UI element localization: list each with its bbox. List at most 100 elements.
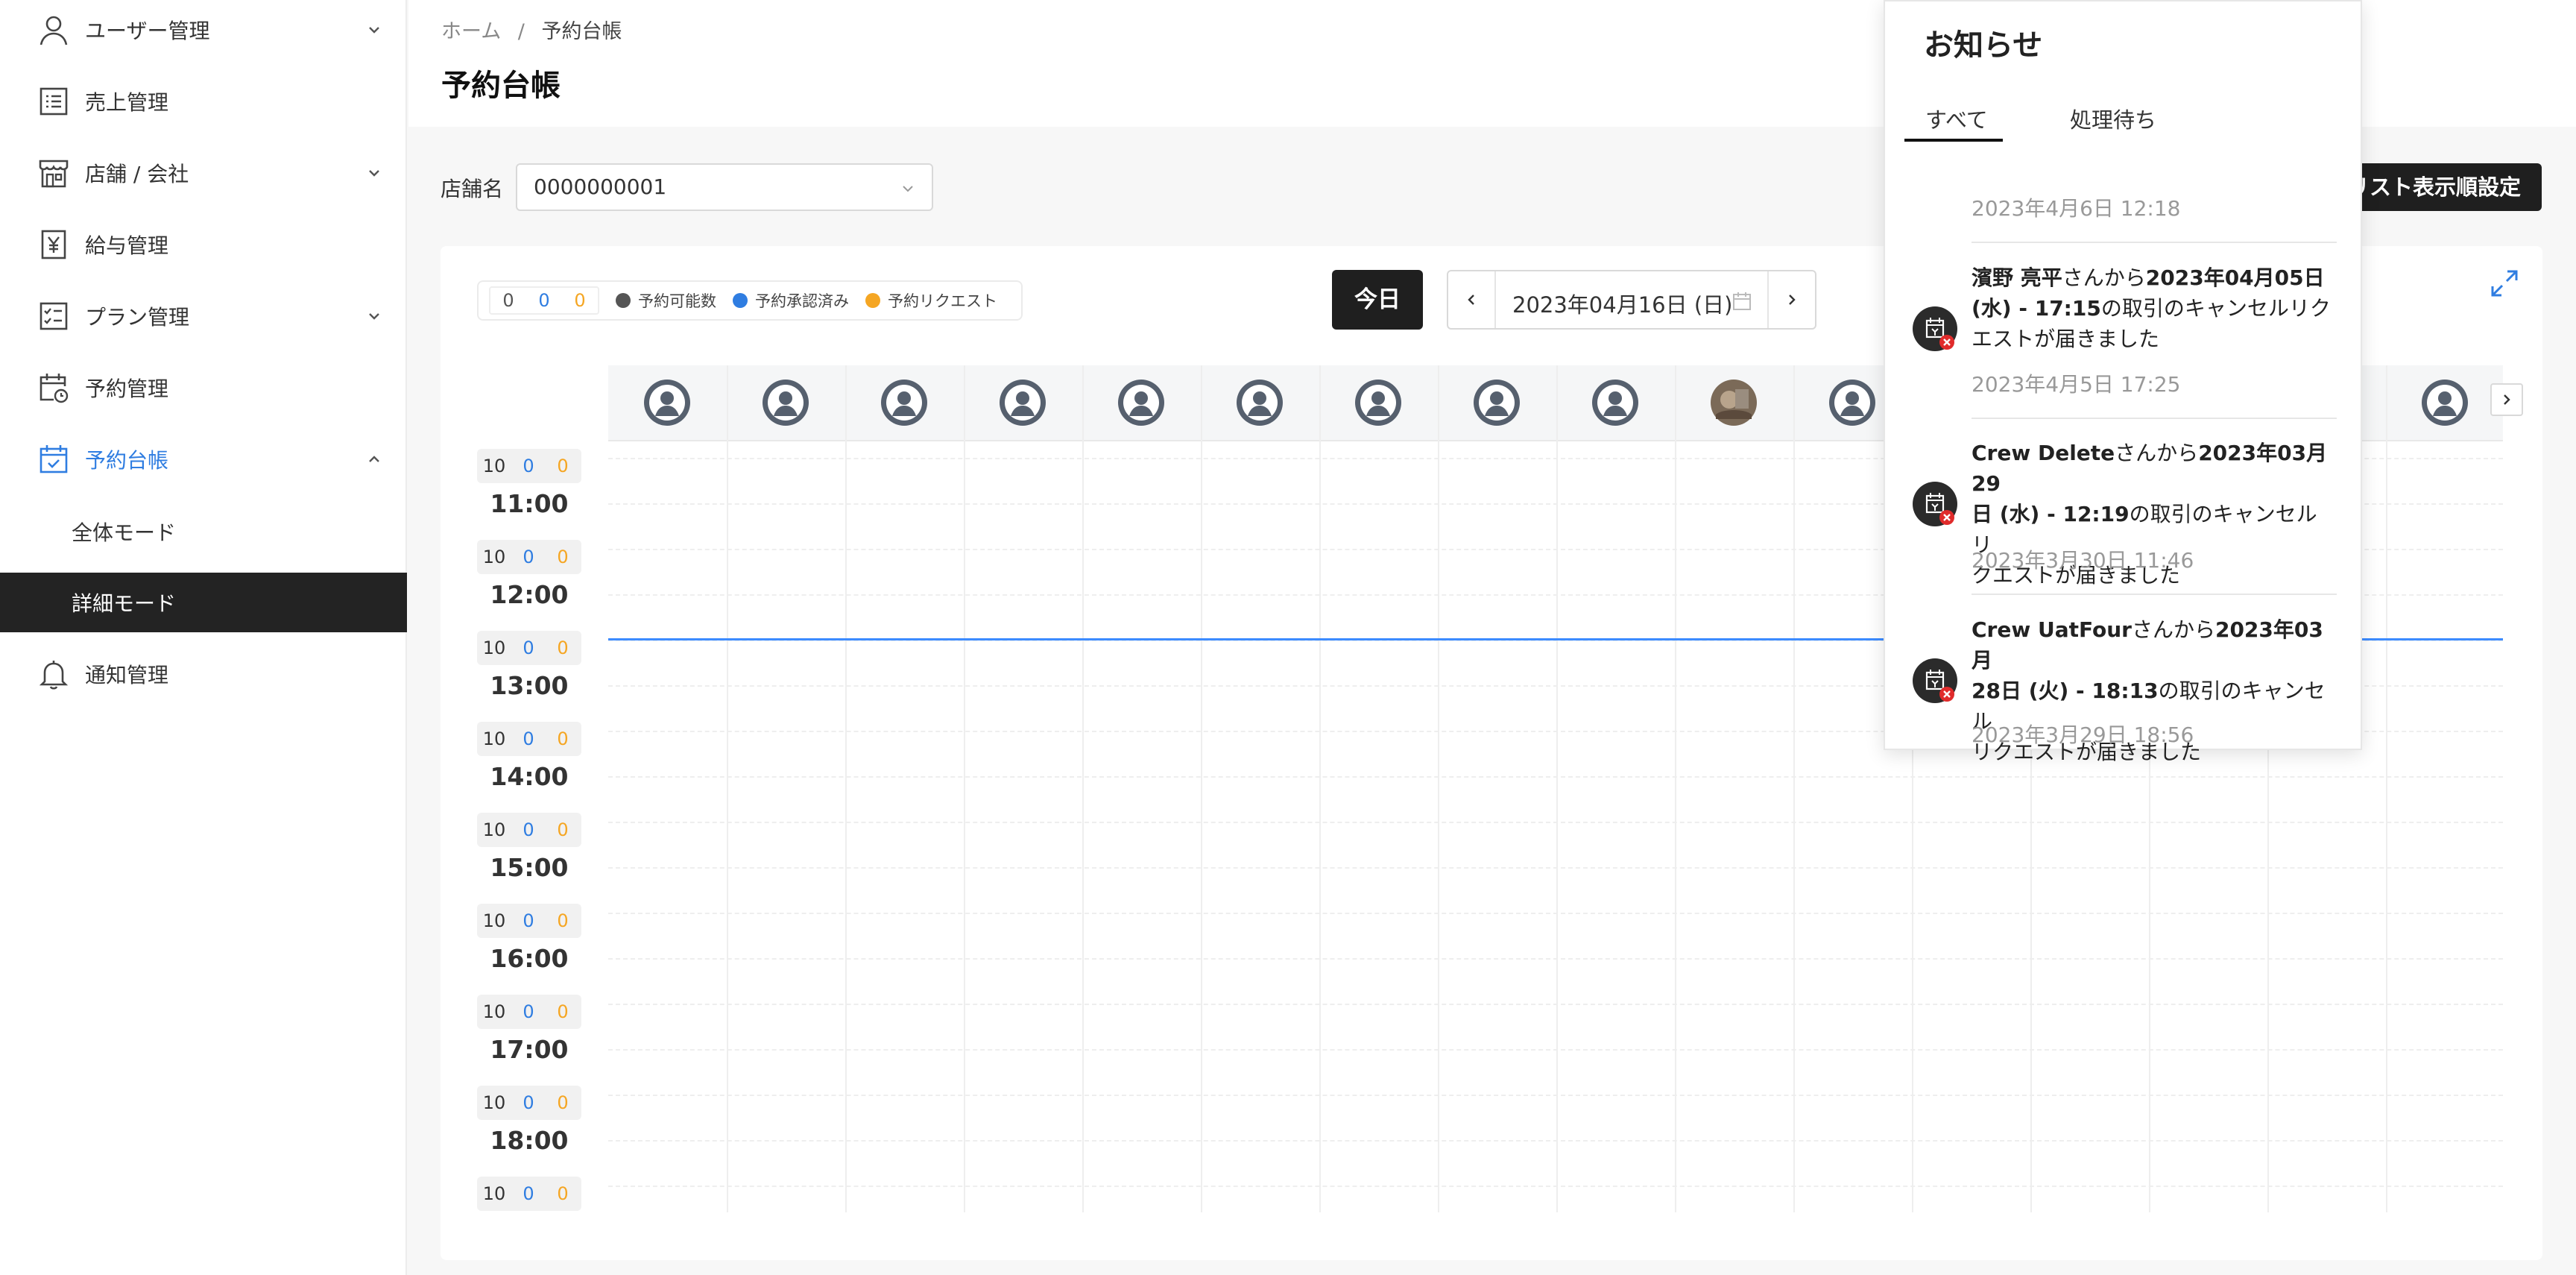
grid-column-line <box>1438 365 1439 1212</box>
notification-date: 28日 (火) - 18:13 <box>1972 679 2159 703</box>
store-select[interactable]: 0000000001 <box>516 163 933 211</box>
grid-column-line <box>727 365 728 1212</box>
legend-request: 予約リクエスト <box>865 289 997 312</box>
slot-count-approved: 0 <box>523 547 534 567</box>
slot-count-request: 0 <box>557 547 569 567</box>
time-label: 14:00 <box>490 762 569 791</box>
grid-row-line <box>608 958 2503 960</box>
time-slot-counts: 10 0 0 <box>477 995 581 1029</box>
legend-available-label: 予約可能数 <box>638 292 716 310</box>
sidebar-item-reservations[interactable]: 予約管理 <box>0 352 407 424</box>
slot-count-cap: 10 <box>482 1001 506 1022</box>
staff-avatar-icon[interactable] <box>2421 379 2469 426</box>
slot-count-request: 0 <box>557 456 569 476</box>
notification-text: さんから <box>2062 265 2146 290</box>
sidebar-item-store-company[interactable]: 店舗 / 会社 <box>0 137 407 209</box>
staff-avatar-icon[interactable] <box>643 379 691 426</box>
prev-day-button[interactable] <box>1448 271 1496 328</box>
today-button[interactable]: 今日 <box>1332 270 1423 330</box>
breadcrumb-home[interactable]: ホーム <box>441 20 501 43</box>
notification-date: 日 (水) - 12:19 <box>1972 502 2130 526</box>
chevron-up-icon <box>369 456 379 462</box>
legend-counts: 0 0 0 <box>489 286 599 315</box>
slot-count-cap: 10 <box>482 547 506 567</box>
staff-avatar-icon[interactable] <box>880 379 928 426</box>
sidebar-item-notifications[interactable]: 通知管理 <box>0 638 407 710</box>
slot-count-cap: 10 <box>482 728 506 749</box>
sidebar-item-sales[interactable]: 売上管理 <box>0 66 407 137</box>
slot-count-request: 0 <box>557 1092 569 1113</box>
sidebar-subitem-detail-mode[interactable]: 詳細モード <box>0 573 407 632</box>
grid-column-line <box>964 365 965 1212</box>
sidebar-item-payroll[interactable]: 給与管理 <box>0 209 407 280</box>
date-picker-value[interactable]: 2023年04月16日 (日) <box>1512 288 1732 319</box>
staff-avatar-icon[interactable] <box>999 379 1046 426</box>
grid-column-line <box>1675 365 1676 1212</box>
list-order-settings-button[interactable]: リスト表示順設定 <box>2333 163 2542 211</box>
sidebar: ユーザー管理 売上管理 店舗 / 会社 給与管理 プラン管理 予約管理 予約台帳… <box>0 0 407 1275</box>
breadcrumb-current: 予約台帳 <box>541 20 622 43</box>
chevron-right-icon <box>1789 295 1796 305</box>
active-tab-underline <box>1904 139 2003 142</box>
divider <box>1972 418 2337 419</box>
sidebar-item-plans[interactable]: プラン管理 <box>0 280 407 352</box>
slot-count-approved: 0 <box>523 819 534 840</box>
sidebar-item-users[interactable]: ユーザー管理 <box>0 0 407 66</box>
grid-row-line <box>608 1140 2503 1142</box>
legend-approved-label: 予約承認済み <box>755 292 849 310</box>
slot-count-request: 0 <box>557 1001 569 1022</box>
sidebar-item-reservation-ledger[interactable]: 予約台帳 <box>0 424 407 495</box>
list-icon <box>40 87 68 116</box>
next-day-button[interactable] <box>1767 271 1815 328</box>
notification-sender: Crew UatFour <box>1972 617 2132 642</box>
notification-timestamp: 2023年3月29日 18:56 <box>1972 722 2194 747</box>
time-slot-counts: 10 0 0 <box>477 1177 581 1211</box>
store-label: 店舗名 <box>441 177 504 201</box>
chevron-down-icon <box>369 27 379 34</box>
grid-row-line <box>608 867 2503 869</box>
store-select-value: 0000000001 <box>534 174 667 199</box>
expand-icon[interactable] <box>2487 265 2522 301</box>
slot-count-approved: 0 <box>523 456 534 476</box>
chevron-down-icon <box>369 313 379 320</box>
sidebar-subitem-overview-mode[interactable]: 全体モード <box>0 502 407 561</box>
notification-date: (水) - 17:15 <box>1972 296 2101 321</box>
staff-avatar-icon[interactable] <box>1354 379 1402 426</box>
legend: 0 0 0 予約可能数 予約承認済み 予約リクエスト <box>477 280 1023 321</box>
tab-all[interactable]: すべて <box>1925 103 1988 134</box>
grid-row-line <box>608 1186 2503 1187</box>
tab-pending[interactable]: 処理待ち <box>2070 103 2156 134</box>
staff-avatar-icon[interactable] <box>1117 379 1165 426</box>
time-slot-counts: 10 0 0 <box>477 813 581 847</box>
notification-text: エストが届きました <box>1972 327 2160 351</box>
grid-column-line <box>845 365 847 1212</box>
notification-title: お知らせ <box>1924 28 2043 63</box>
sidebar-item-label: 店舗 / 会社 <box>85 162 189 186</box>
slot-count-cap: 10 <box>482 1092 506 1113</box>
notification-sender: Crew Delete <box>1972 441 2115 465</box>
sidebar-subitem-label: 全体モード <box>72 520 177 545</box>
calendar-clock-icon <box>40 374 69 403</box>
notification-sender: 濱野 亮平 <box>1972 265 2062 290</box>
slot-count-cap: 10 <box>482 1183 506 1204</box>
grid-row-line <box>608 1095 2503 1096</box>
slot-count-approved: 0 <box>523 1183 534 1204</box>
sidebar-item-label: 予約管理 <box>85 377 169 401</box>
staff-avatar-icon[interactable] <box>762 379 809 426</box>
calendar-icon[interactable] <box>1731 291 1752 312</box>
store-icon <box>39 160 69 188</box>
staff-avatar-icon[interactable] <box>1473 379 1521 426</box>
approved-dot <box>733 293 748 308</box>
chevron-down-icon <box>903 186 913 192</box>
time-slot-counts: 10 0 0 <box>477 722 581 756</box>
slot-count-request: 0 <box>557 638 569 658</box>
staff-avatar-icon[interactable] <box>1591 379 1639 426</box>
staff-avatar-icon[interactable] <box>1236 379 1284 426</box>
staff-photo-avatar[interactable] <box>1710 379 1758 426</box>
time-label: 15:00 <box>490 853 569 882</box>
next-columns-button[interactable] <box>2490 383 2523 416</box>
available-dot <box>616 293 631 308</box>
legend-available: 予約可能数 <box>616 289 716 312</box>
staff-avatar-icon[interactable] <box>1828 379 1876 426</box>
chevron-left-icon <box>1468 295 1474 305</box>
